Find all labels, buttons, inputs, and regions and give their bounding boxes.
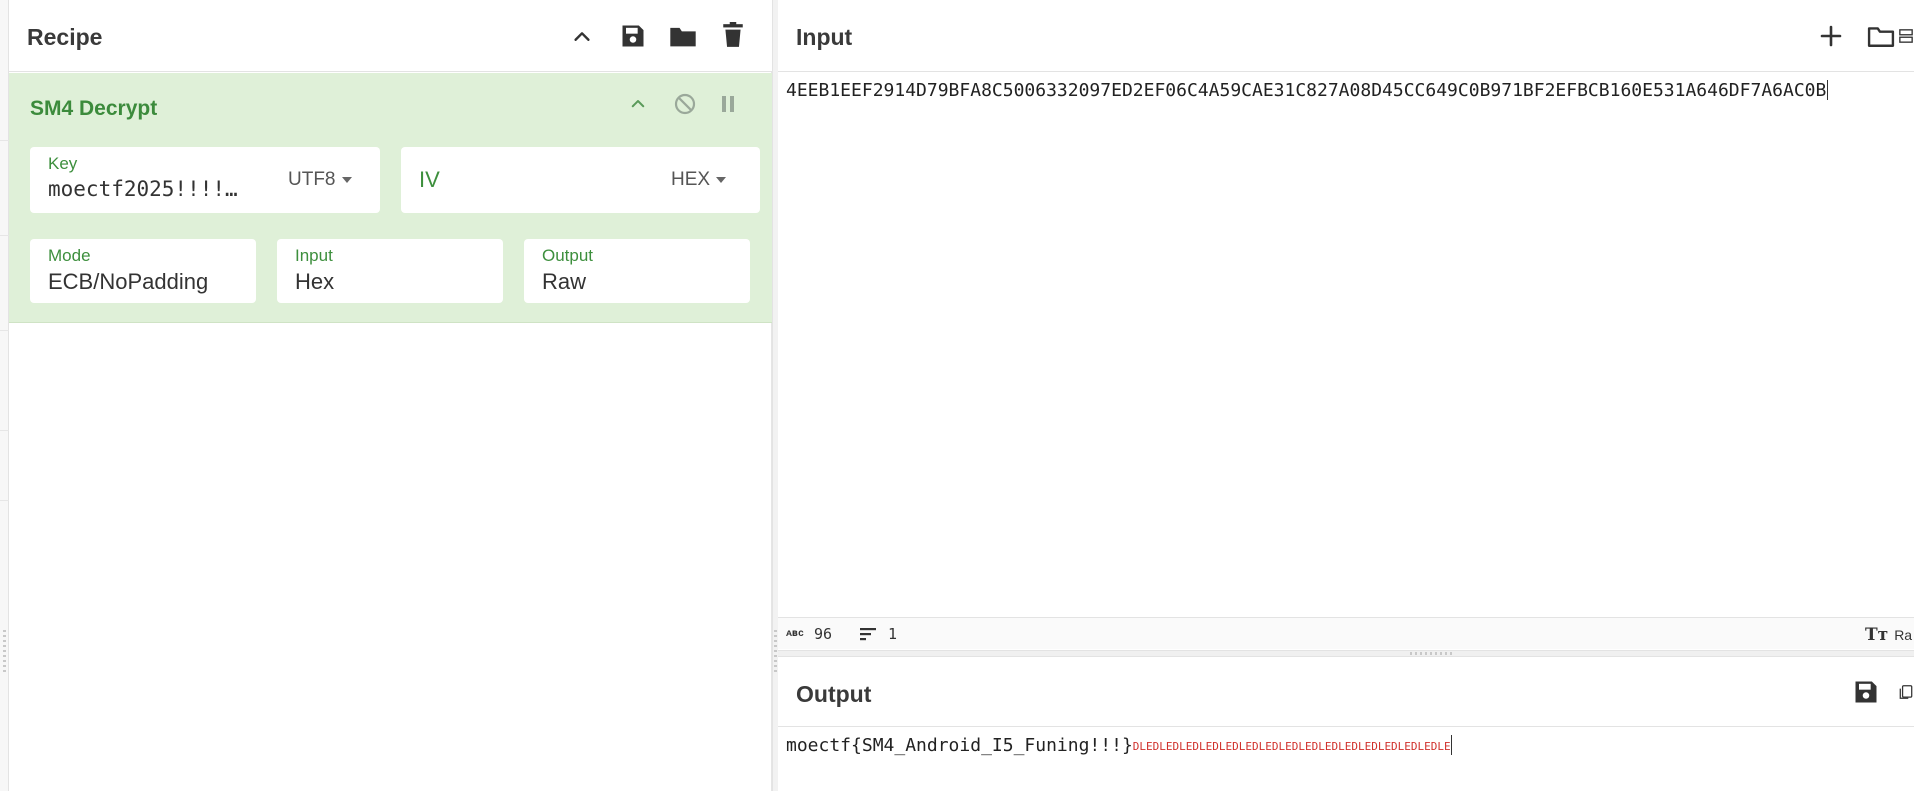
folder-icon[interactable] <box>665 18 701 54</box>
iv-encoding-dropdown[interactable]: HEX <box>671 169 727 191</box>
input-status-bar: ᴀʙᴄ 96 1 Tт Ra <box>778 617 1914 649</box>
save-icon[interactable] <box>615 18 651 54</box>
key-field[interactable]: Key moectf2025!!!!… UTF8 <box>30 147 380 213</box>
left-resize-grip[interactable] <box>3 630 6 674</box>
text-cursor <box>1827 80 1829 100</box>
key-input[interactable]: moectf2025!!!!… <box>48 177 248 201</box>
pane-resizer-horizontal[interactable] <box>778 650 1914 657</box>
chevron-up-icon[interactable] <box>564 19 600 55</box>
format-value: Ra <box>1894 627 1913 643</box>
operation-title: SM4 Decrypt <box>30 97 158 120</box>
key-label: Key <box>48 154 78 173</box>
input-title: Input <box>796 24 853 50</box>
output-pane: Output moectf{SM4_Android_I5_Funing!!!}D… <box>778 657 1914 791</box>
mode-select[interactable]: ECB/NoPadding <box>48 269 248 295</box>
output-text-content: moectf{SM4_Android_I5_Funing!!!} <box>786 735 1133 756</box>
key-encoding-value: UTF8 <box>288 169 336 190</box>
mode-field[interactable]: Mode ECB/NoPadding <box>30 239 256 303</box>
split-view-icon[interactable] <box>1898 18 1914 54</box>
length-stat: ᴀʙᴄ 96 <box>786 625 832 643</box>
input-textarea[interactable]: 4EEB1EEF2914D79BFA8C5006332097ED2EF06C4A… <box>786 80 1829 101</box>
iv-label: IV <box>419 167 440 192</box>
text-cursor <box>1450 735 1452 755</box>
disable-operation-icon[interactable] <box>668 87 702 121</box>
lines-value: 1 <box>888 625 898 643</box>
input-format-field[interactable]: Input Hex <box>277 239 503 303</box>
output-format-label: Output <box>542 246 594 265</box>
input-header: Input <box>778 0 1914 72</box>
lines-stat: 1 <box>860 625 897 643</box>
open-folder-icon[interactable] <box>1863 18 1899 54</box>
text-format-icon: Tт <box>1865 625 1889 645</box>
pause-breakpoint-icon[interactable] <box>712 88 744 120</box>
add-input-icon[interactable] <box>1813 18 1849 54</box>
copy-output-icon[interactable] <box>1898 674 1914 710</box>
output-header: Output <box>778 657 1914 727</box>
recipe-header: Recipe <box>9 0 772 72</box>
input-text-content: 4EEB1EEF2914D79BFA8C5006332097ED2EF06C4A… <box>786 80 1827 101</box>
key-encoding-dropdown[interactable]: UTF8 <box>288 169 352 191</box>
input-format-select[interactable]: Hex <box>295 269 495 295</box>
mode-label: Mode <box>48 246 91 265</box>
abc-icon: ᴀʙᴄ <box>786 628 805 639</box>
output-format-select[interactable]: Raw <box>542 269 742 295</box>
iv-field[interactable]: IV HEX <box>401 147 760 213</box>
resize-grip[interactable] <box>774 630 777 674</box>
recipe-pane: Recipe SM4 Decrypt Key moectf2025!!!!… U… <box>0 0 772 791</box>
output-format-field[interactable]: Output Raw <box>524 239 750 303</box>
iv-encoding-value: HEX <box>671 169 711 190</box>
left-edge-strip <box>0 0 9 791</box>
caret-down-icon <box>716 177 727 183</box>
operation-sm4-decrypt: SM4 Decrypt Key moectf2025!!!!… UTF8 IV … <box>9 73 772 323</box>
output-textarea[interactable]: moectf{SM4_Android_I5_Funing!!!}DLEDLEDL… <box>786 735 1452 756</box>
input-pane: Input 4EEB1EEF2914D79BFA8C5006332097ED2E… <box>778 0 1914 650</box>
trash-icon[interactable] <box>715 17 751 53</box>
output-title: Output <box>796 681 872 707</box>
input-format-label: Input <box>295 246 333 265</box>
collapse-operation-icon[interactable] <box>622 88 654 120</box>
length-value: 96 <box>814 625 833 643</box>
resize-grip[interactable] <box>1410 652 1454 655</box>
save-output-icon[interactable] <box>1848 674 1884 710</box>
lines-icon <box>860 628 876 641</box>
caret-down-icon <box>341 177 352 183</box>
control-characters: DLEDLEDLEDLEDLEDLEDLEDLEDLEDLEDLEDLEDLED… <box>1132 740 1451 753</box>
recipe-title: Recipe <box>27 24 103 50</box>
format-toggle[interactable]: Tт Ra <box>1865 625 1912 645</box>
